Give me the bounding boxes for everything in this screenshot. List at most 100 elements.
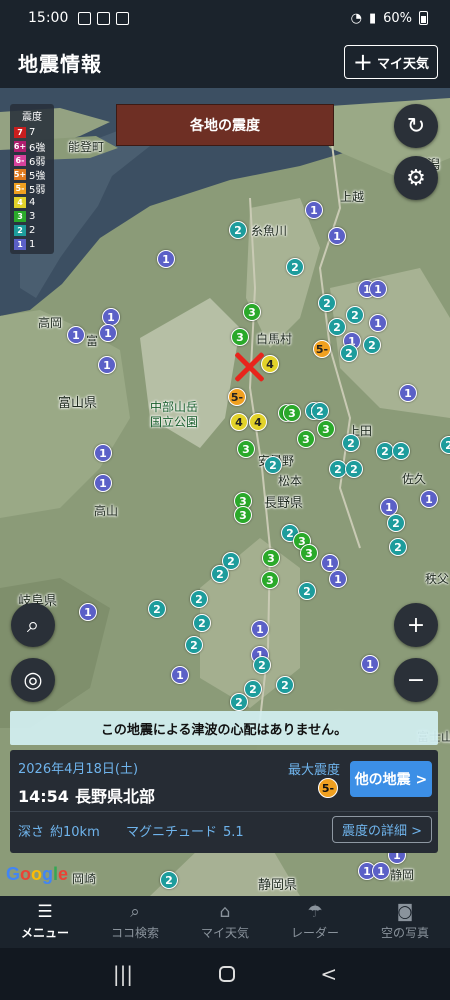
intensity-marker[interactable]: 3 xyxy=(261,571,279,589)
intensity-marker[interactable]: 3 xyxy=(237,440,255,458)
bottom-navigation: ☰ メニュー ⌕ ココ検索 ⌂ マイ天気 ☂ レーダー ◙ 空の写真 xyxy=(0,896,450,948)
epicenter-marker-icon[interactable] xyxy=(232,350,266,384)
app-header: 地震情報 + マイ天気 xyxy=(0,36,450,88)
earthquake-info-card: 2026年4月18日(土) 14:54 長野県北部 最大震度 5- 他の地震 > … xyxy=(10,750,438,853)
refresh-button[interactable]: ↻ xyxy=(394,104,438,148)
status-bar: 15:00 ◔ ▮ 60% xyxy=(0,0,450,36)
intensity-marker[interactable]: 2 xyxy=(244,680,262,698)
place-toyama-city: 富 xyxy=(86,334,99,348)
nav-item-camera[interactable]: ◙ 空の写真 xyxy=(360,896,450,948)
intensity-marker[interactable]: 2 xyxy=(298,582,316,600)
intensity-marker[interactable]: 2 xyxy=(328,318,346,336)
tsunami-message: この地震による津波の心配はありません。 xyxy=(10,711,438,745)
intensity-marker[interactable]: 1 xyxy=(305,201,323,219)
intensity-detail-button[interactable]: 震度の詳細 > xyxy=(332,816,432,843)
nav-item-home[interactable]: ⌂ マイ天気 xyxy=(180,896,270,948)
intensity-marker[interactable]: 1 xyxy=(79,603,97,621)
legend-swatch: 6+ xyxy=(13,140,27,152)
intensity-marker[interactable]: 2 xyxy=(211,565,229,583)
intensity-legend: 震度 7 7 6+ 6強 6- 6弱 5+ 5強 5- 5弱 4 4 3 3 2 2 1 1 xyxy=(10,104,54,254)
other-earthquakes-button[interactable]: 他の地震 > xyxy=(350,761,432,797)
intensity-marker[interactable]: 2 xyxy=(363,336,381,354)
intensity-marker[interactable]: 2 xyxy=(311,402,329,420)
add-my-weather-button[interactable]: + マイ天気 xyxy=(343,45,438,79)
signal-icon: ▮ xyxy=(368,10,377,26)
intensity-marker[interactable]: 5- xyxy=(313,340,331,358)
intensity-marker[interactable]: 1 xyxy=(67,326,85,344)
legend-row: 77 xyxy=(14,125,50,139)
intensity-marker[interactable]: 2 xyxy=(340,344,358,362)
intensity-marker[interactable]: 1 xyxy=(171,666,189,684)
intensity-marker[interactable]: 2 xyxy=(318,294,336,312)
intensity-marker[interactable]: 1 xyxy=(369,314,387,332)
place-okazaki: 岡崎 xyxy=(72,872,97,886)
intensity-marker[interactable]: 2 xyxy=(229,221,247,239)
intensity-marker[interactable]: 2 xyxy=(345,460,363,478)
intensity-marker[interactable]: 3 xyxy=(283,404,301,422)
settings-button[interactable]: ⚙ xyxy=(394,156,438,200)
intensity-marker[interactable]: 2 xyxy=(276,676,294,694)
intensity-marker[interactable]: 1 xyxy=(329,570,347,588)
place-chichibu: 秩父 xyxy=(425,572,450,586)
park-label-line1: 中部山岳 xyxy=(150,400,199,414)
back-button[interactable]: < xyxy=(320,962,337,986)
intensity-marker[interactable]: 2 xyxy=(389,538,407,556)
intensity-marker[interactable]: 2 xyxy=(342,434,360,452)
intensity-marker[interactable]: 2 xyxy=(264,456,282,474)
intensity-marker[interactable]: 1 xyxy=(369,280,387,298)
intensity-marker[interactable]: 3 xyxy=(243,303,261,321)
intensity-marker[interactable]: 1 xyxy=(399,384,417,402)
intensity-marker[interactable]: 2 xyxy=(190,590,208,608)
home-button[interactable] xyxy=(218,966,235,982)
intensity-marker[interactable]: 1 xyxy=(102,308,120,326)
zoom-out-button[interactable]: − xyxy=(394,658,438,702)
map-search-button[interactable]: ⌕ xyxy=(11,603,55,647)
intensity-marker[interactable]: 2 xyxy=(148,600,166,618)
intensity-marker[interactable]: 1 xyxy=(328,227,346,245)
intensity-marker[interactable]: 3 xyxy=(262,549,280,567)
nav-item-menu[interactable]: ☰ メニュー xyxy=(0,896,90,948)
intensity-marker[interactable]: 1 xyxy=(94,474,112,492)
intensity-marker[interactable]: 2 xyxy=(193,614,211,632)
intensity-marker[interactable]: 2 xyxy=(160,871,178,889)
intensity-marker[interactable]: 1 xyxy=(361,655,379,673)
intensity-marker[interactable]: 3 xyxy=(300,544,318,562)
intensity-marker[interactable]: 2 xyxy=(230,693,248,711)
intensity-marker[interactable]: 2 xyxy=(185,636,203,654)
intensity-marker[interactable]: 3 xyxy=(231,328,249,346)
radar-icon: ☂ xyxy=(307,901,323,922)
zoom-in-button[interactable]: + xyxy=(394,603,438,647)
battery-percent: 60% xyxy=(383,10,412,26)
legend-row: 22 xyxy=(14,223,50,237)
status-time: 15:00 xyxy=(28,10,69,26)
intensity-marker[interactable]: 4 xyxy=(230,413,248,431)
nav-item-radar[interactable]: ☂ レーダー xyxy=(270,896,360,948)
intensity-marker[interactable]: 3 xyxy=(297,430,315,448)
plus-icon: + xyxy=(352,48,373,76)
intensity-marker[interactable]: 1 xyxy=(98,356,116,374)
intensity-marker[interactable]: 2 xyxy=(346,306,364,324)
intensity-marker[interactable]: 2 xyxy=(392,442,410,460)
recents-button[interactable]: ||| xyxy=(113,962,133,986)
legend-row: 6- 6弱 xyxy=(14,153,50,168)
intensity-marker[interactable]: 2 xyxy=(286,258,304,276)
intensity-marker[interactable]: 1 xyxy=(251,620,269,638)
my-weather-label: マイ天気 xyxy=(376,56,429,72)
intensity-marker[interactable]: 1 xyxy=(157,250,175,268)
intensity-marker[interactable]: 1 xyxy=(420,490,438,508)
intensity-marker[interactable]: 5- xyxy=(228,388,246,406)
intensity-marker[interactable]: 3 xyxy=(234,506,252,524)
nav-item-search[interactable]: ⌕ ココ検索 xyxy=(90,896,180,948)
place-chubu-national-park: 中部山岳 国立公園 xyxy=(150,400,198,430)
earthquake-map[interactable]: 能登町 上越 新潟 糸魚川 高岡 富 富山県 中部山岳 国立公園 白馬村 上田 … xyxy=(0,88,450,896)
intensity-marker[interactable]: 2 xyxy=(253,656,271,674)
depth-value: 約10km xyxy=(50,825,100,840)
intensity-marker[interactable]: 1 xyxy=(372,862,390,880)
google-logo: Google xyxy=(6,864,69,884)
intensity-marker[interactable]: 1 xyxy=(94,444,112,462)
intensity-marker[interactable]: 3 xyxy=(317,420,335,438)
current-location-button[interactable]: ◎ xyxy=(11,658,55,702)
intensity-marker[interactable]: 4 xyxy=(249,413,267,431)
intensity-marker[interactable]: 1 xyxy=(99,324,117,342)
intensity-marker[interactable]: 2 xyxy=(387,514,405,532)
